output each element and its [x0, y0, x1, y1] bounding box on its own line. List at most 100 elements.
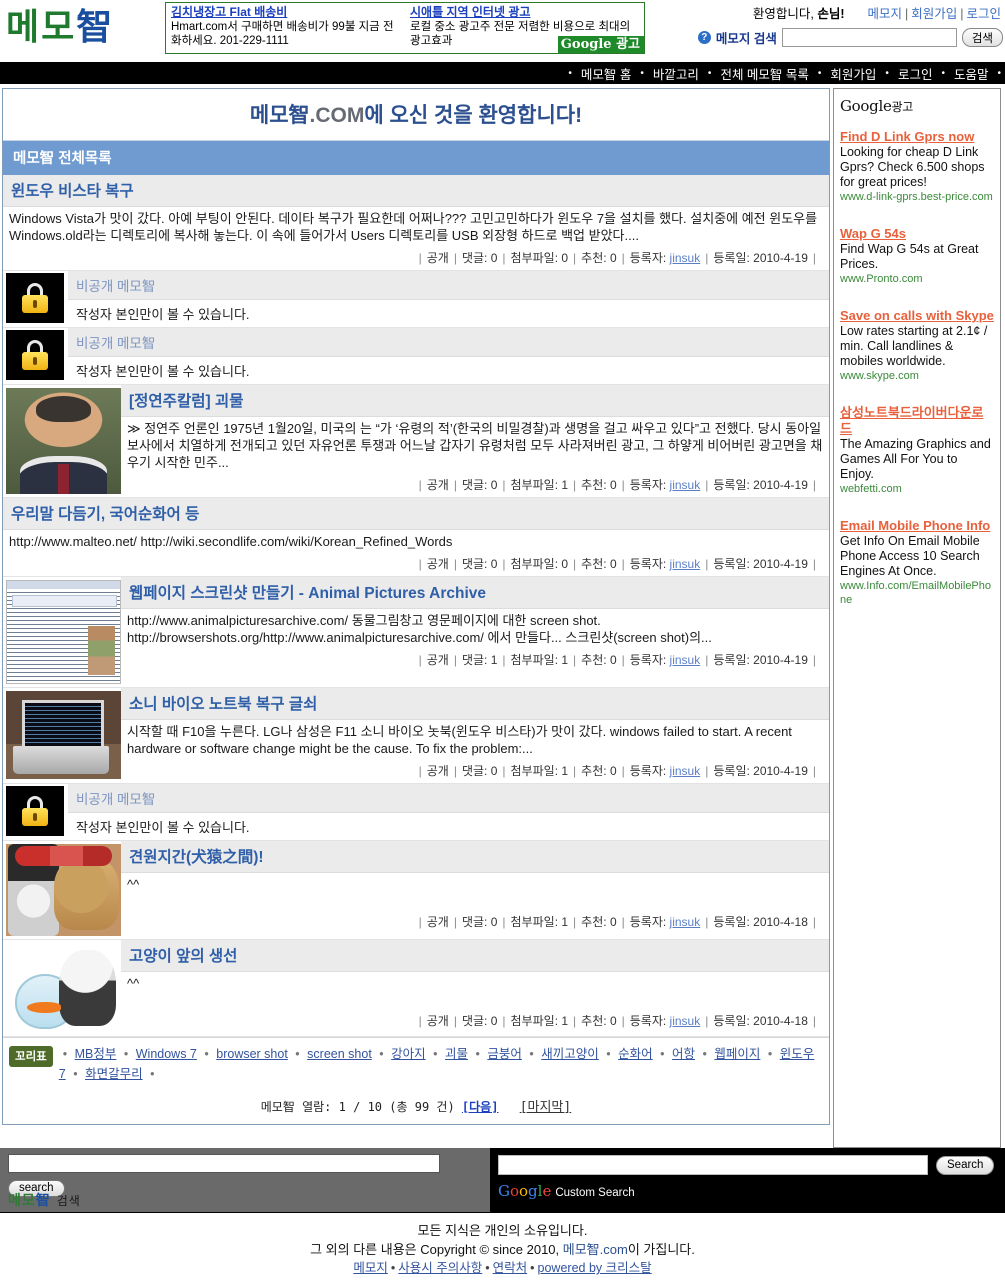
list-heading: 메모智 전체목록 — [3, 141, 829, 175]
meta-comments-label: 댓글 — [461, 557, 485, 571]
help-icon[interactable]: ? — [697, 31, 711, 44]
sidebar-ad[interactable]: Find D Link Gprs now Looking for cheap D… — [840, 129, 994, 226]
post-meta: | 공개 | 댓글: 0 | 첨부파일: 1 | 추천: 0 | 등록자: jinsuk | 등록일:… — [418, 1014, 816, 1028]
lock-icon — [6, 786, 64, 836]
table-row[interactable]: 윈도우 비스타 복구 Windows Vista가 맛이 갔다. 아예 부팅이 … — [3, 175, 829, 271]
sidebar-ad-title[interactable]: Save on calls with Skype — [840, 308, 994, 324]
google-label-kr: 광고 — [891, 100, 914, 114]
lock-icon — [6, 330, 64, 380]
meta-author[interactable]: jinsuk — [670, 557, 701, 571]
footer-link-memo[interactable]: 메모지 — [350, 1261, 391, 1275]
sidebar-ad[interactable]: 삼성노트북드라이버다운로드 The Amazing Graphics and G… — [840, 405, 994, 518]
post-meta: | 공개 | 댓글: 1 | 첨부파일: 1 | 추천: 0 | 등록자: jinsuk | 등록일:… — [418, 653, 816, 667]
tag-item[interactable]: browser shot — [216, 1047, 288, 1061]
post-title[interactable]: 소니 바이오 노트북 복구 글쇠 — [121, 688, 829, 720]
page-body: 메모智.COM에 오신 것을 환영합니다! 메모智 전체목록 윈도우 비스타 복… — [0, 84, 1005, 1148]
tag-cloud: 꼬리표 • MB정부 • Windows 7 • browser shot • … — [3, 1037, 829, 1088]
nav-item-signup[interactable]: 회원가입 — [821, 64, 885, 83]
header-link-memo[interactable]: 메모지 — [865, 7, 904, 21]
tag-item[interactable]: 어항 — [672, 1047, 695, 1061]
main-nav: • 메모智 홈 • 바깥고리 • 전체 메모智 목록 • 회원가입 • 로그인 … — [0, 62, 1005, 84]
post-meta: | 공개 | 댓글: 0 | 첨부파일: 0 | 추천: 0 | 등록자: jinsuk | 등록일:… — [418, 251, 816, 265]
page-footer: 모든 지식은 개인의 소유입니다. 그 외의 다른 내용은 Copyright … — [0, 1212, 1005, 1288]
post-thumbnail[interactable] — [3, 577, 121, 687]
meta-author[interactable]: jinsuk — [670, 478, 701, 492]
sidebar-ad-title[interactable]: Wap G 54s — [840, 226, 994, 242]
meta-recommend: 0 — [609, 915, 617, 929]
logo-text-memo: 메모 — [6, 7, 77, 48]
meta-comments-label: 댓글 — [461, 915, 485, 929]
guest-name: 손님! — [817, 7, 845, 21]
meta-attach-label: 첨부파일 — [510, 478, 555, 492]
meta-date: 2010-4-19 — [753, 478, 808, 492]
post-title[interactable]: 고양이 앞의 생선 — [121, 940, 829, 972]
top-ad-title[interactable]: 김치냉장고 Flat 배송비 — [171, 5, 400, 20]
post-title[interactable]: 윈도우 비스타 복구 — [3, 175, 829, 207]
header-link-signup[interactable]: 회원가입 — [909, 7, 959, 21]
top-ad-title[interactable]: 시애틀 지역 인터넷 광고 — [410, 5, 639, 20]
table-row[interactable]: [정연주칼럼] 괴물 ≫ 정연주 언론인 1975년 1월20일, 미국의 는 … — [3, 385, 829, 498]
header-link-login[interactable]: 로그인 — [964, 7, 1003, 21]
nav-item-all-list[interactable]: 전체 메모智 목록 — [711, 64, 817, 83]
meta-author[interactable]: jinsuk — [670, 915, 701, 929]
sidebar-ad[interactable]: Email Mobile Phone Info Get Info On Emai… — [840, 518, 994, 629]
search-button[interactable]: 검색 — [961, 28, 1003, 47]
sidebar-ad-title[interactable]: Find D Link Gprs now — [840, 129, 994, 145]
top-ad-item[interactable]: 김치냉장고 Flat 배송비 Hmart.com서 구매하면 배송비가 99불 … — [166, 3, 405, 53]
table-row[interactable]: 비공개 메모智 작성자 본인만이 볼 수 있습니다. — [3, 328, 829, 385]
site-logo[interactable]: 메모智 — [0, 0, 165, 52]
meta-date: 2010-4-19 — [753, 653, 808, 667]
post-thumbnail[interactable] — [3, 688, 121, 783]
post-title[interactable]: [정연주칼럼] 괴물 — [121, 385, 829, 417]
table-row[interactable]: 비공개 메모智 작성자 본인만이 볼 수 있습니다. — [3, 271, 829, 328]
table-row[interactable]: 고양이 앞의 생선 ^^ | 공개 | 댓글: 0 | 첨부파일: 1 | 추천: 0 | 등록자… — [3, 940, 829, 1037]
paging-last-button[interactable]: [마지막] — [506, 1100, 572, 1115]
table-row[interactable]: 비공개 메모智 작성자 본인만이 볼 수 있습니다. — [3, 784, 829, 841]
tag-item[interactable]: 강아지 — [391, 1047, 426, 1061]
nav-item-help[interactable]: 도움말 — [945, 64, 998, 83]
nav-item-home[interactable]: 메모智 홈 — [572, 64, 640, 83]
sidebar-ad-title[interactable]: Email Mobile Phone Info — [840, 518, 994, 534]
meta-recommend-label: 추천 — [581, 557, 604, 571]
table-row[interactable]: 소니 바이오 노트북 복구 글쇠 시작할 때 F10을 누른다. LG나 삼성은… — [3, 688, 829, 784]
tag-item[interactable]: 새끼고양이 — [541, 1047, 599, 1061]
post-thumbnail[interactable] — [3, 841, 121, 939]
footer-line-2: 그 외의 다른 내용은 Copyright © since 2010, 메모智.… — [0, 1240, 1005, 1259]
footer-links: 메모지 • 사용시 주의사항 • 연락처 • powered by 크리스탈 — [0, 1259, 1005, 1278]
post-title[interactable]: 견원지간(犬猿之間)! — [121, 841, 829, 873]
post-title[interactable]: 웹페이지 스크린샷 만들기 - Animal Pictures Archive — [121, 577, 829, 609]
google-search-button[interactable]: Search — [936, 1155, 995, 1175]
site-search-input[interactable] — [8, 1154, 440, 1173]
sidebar-ad[interactable]: Wap G 54s Find Wap G 54s at Great Prices… — [840, 226, 994, 308]
tag-item[interactable]: 웹페이지 — [714, 1047, 760, 1061]
table-row[interactable]: 견원지간(犬猿之間)! ^^ | 공개 | 댓글: 0 | 첨부파일: 1 | 추천: 0 | 등… — [3, 841, 829, 940]
tag-item[interactable]: 순화어 — [618, 1047, 653, 1061]
search-input[interactable] — [781, 28, 957, 47]
meta-author[interactable]: jinsuk — [670, 653, 701, 667]
tag-item[interactable]: 금붕어 — [487, 1047, 522, 1061]
meta-recommend-label: 추천 — [581, 478, 604, 492]
nav-item-login[interactable]: 로그인 — [889, 64, 942, 83]
nav-item-links[interactable]: 바깥고리 — [644, 64, 708, 83]
tag-item[interactable]: 괴물 — [445, 1047, 468, 1061]
footer-link-contact[interactable]: 연락처 — [490, 1261, 531, 1275]
table-row[interactable]: 웹페이지 스크린샷 만들기 - Animal Pictures Archive … — [3, 577, 829, 688]
post-title[interactable]: 우리말 다듬기, 국어순화어 등 — [3, 498, 829, 530]
footer-link-terms[interactable]: 사용시 주의사항 — [395, 1261, 485, 1275]
tag-item[interactable]: screen shot — [307, 1047, 372, 1061]
tag-item[interactable]: MB정부 — [75, 1047, 117, 1061]
tag-item[interactable]: 화면갈무리 — [85, 1067, 143, 1081]
post-thumbnail[interactable] — [3, 385, 121, 497]
meta-author[interactable]: jinsuk — [670, 764, 701, 778]
sidebar-ad[interactable]: Save on calls with Skype Low rates start… — [840, 308, 994, 405]
sidebar-ad-title[interactable]: 삼성노트북드라이버다운로드 — [840, 405, 994, 437]
google-search-input[interactable] — [498, 1155, 928, 1175]
meta-author[interactable]: jinsuk — [670, 1014, 701, 1028]
paging-next-button[interactable]: [다음] — [462, 1100, 499, 1114]
table-row[interactable]: 우리말 다듬기, 국어순화어 등 http://www.malteo.net/ … — [3, 498, 829, 577]
post-thumbnail[interactable] — [3, 940, 121, 1036]
footer-link-powered-by[interactable]: powered by 크리스탈 — [535, 1261, 655, 1275]
tag-item[interactable]: Windows 7 — [136, 1047, 197, 1061]
meta-author[interactable]: jinsuk — [670, 251, 701, 265]
footer-logo-ji: 智 — [35, 1193, 51, 1209]
